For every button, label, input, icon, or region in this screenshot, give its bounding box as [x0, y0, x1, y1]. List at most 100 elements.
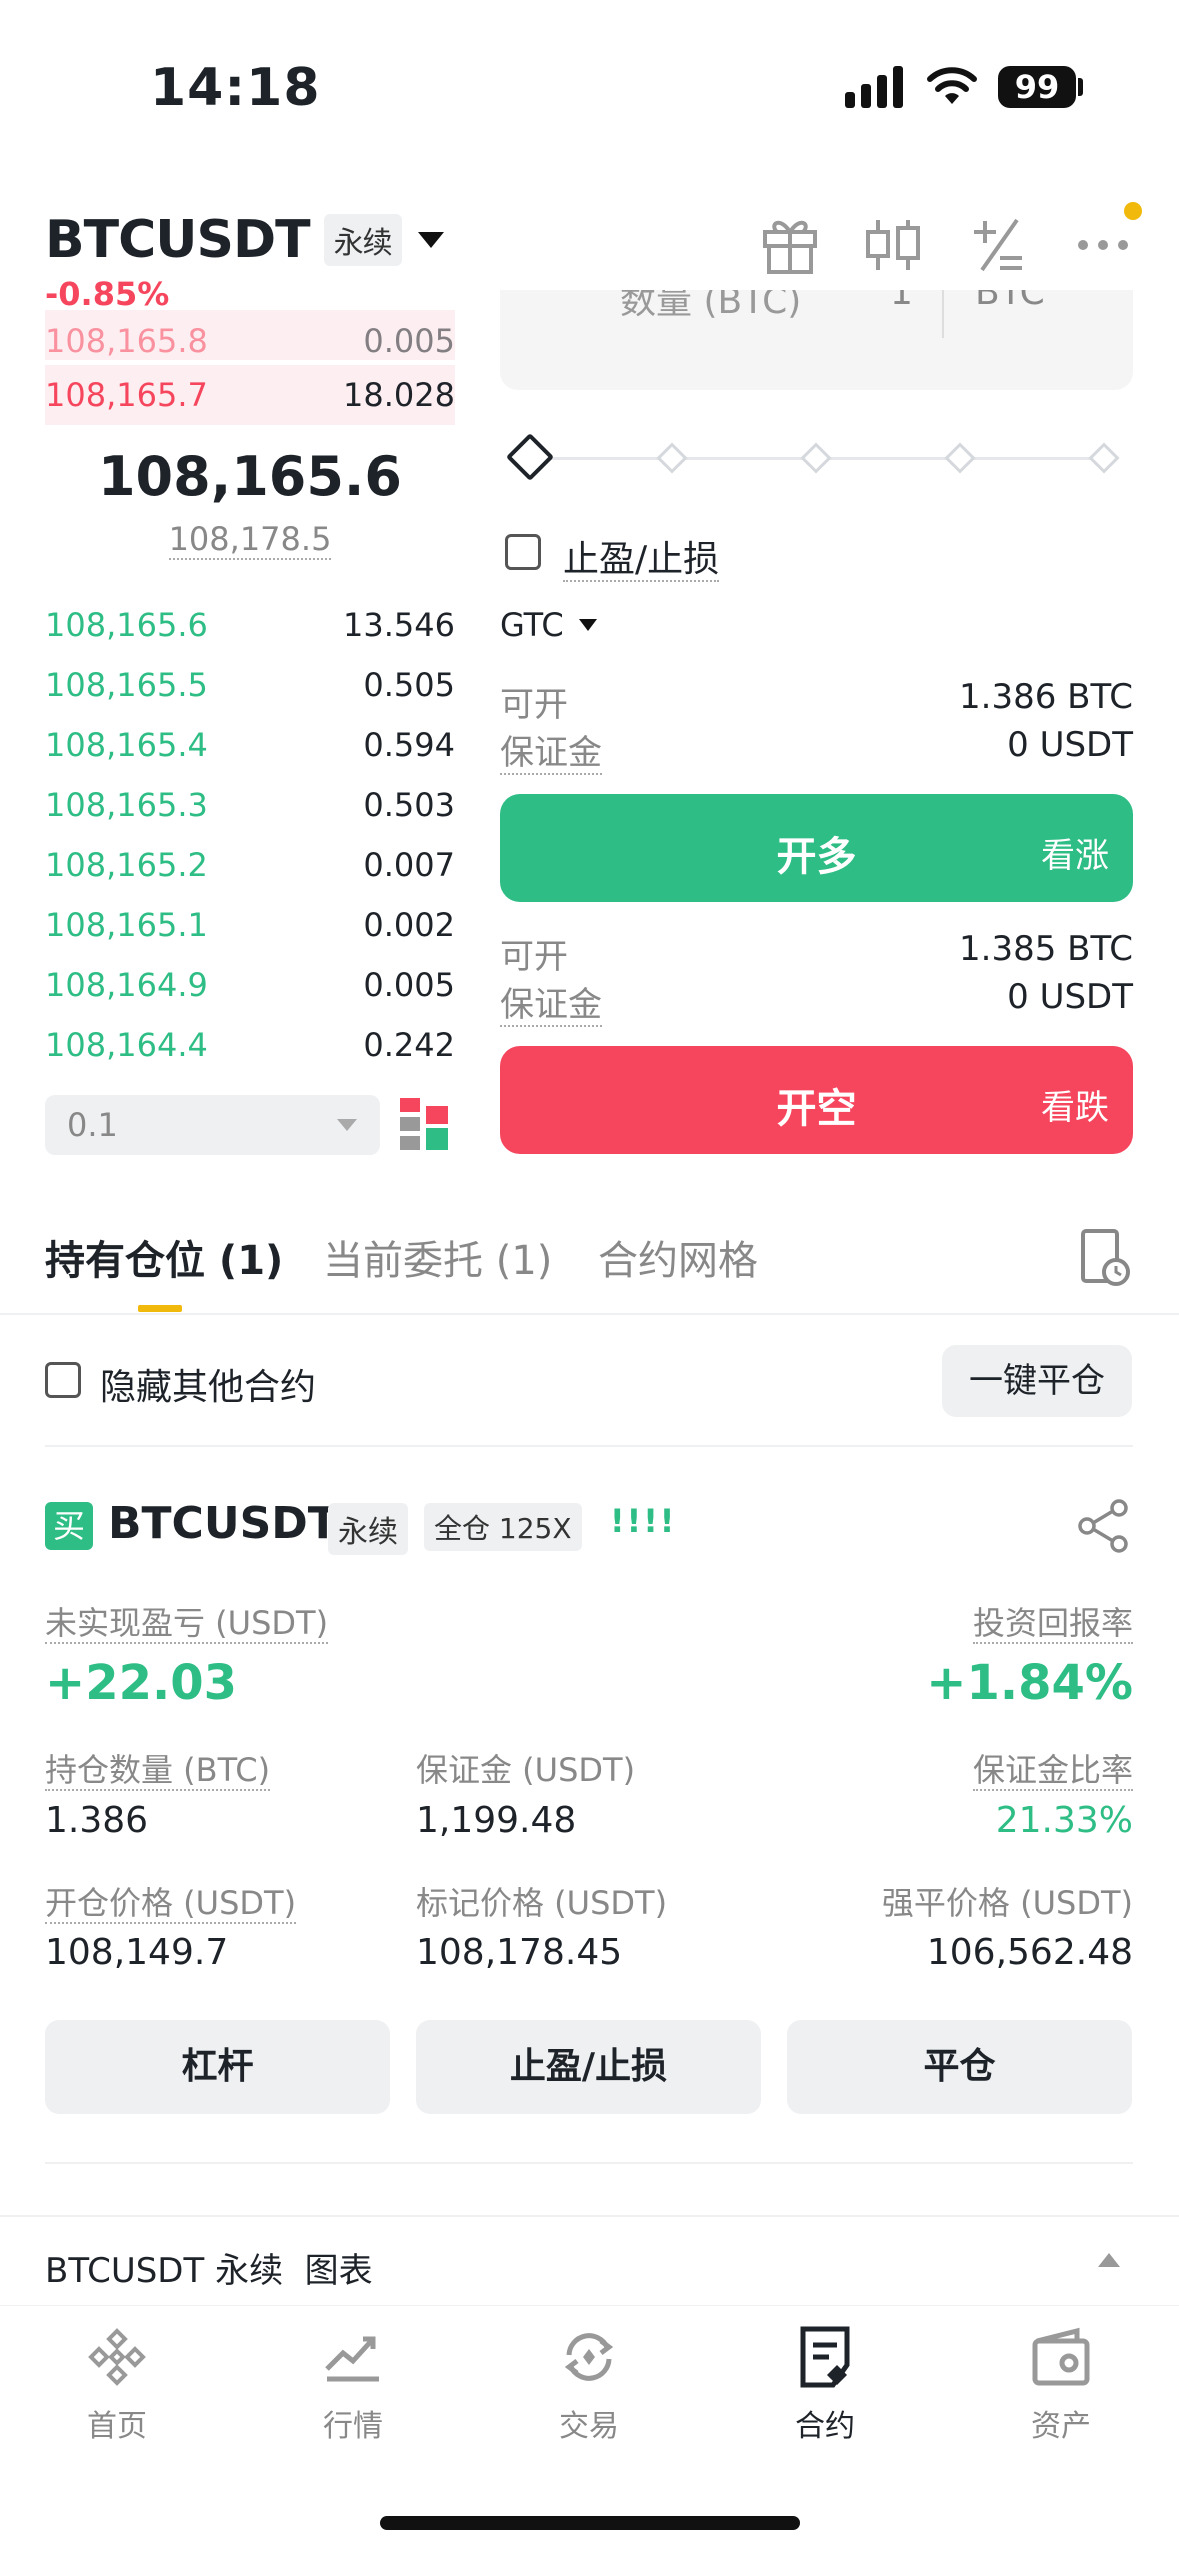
hide-other-checkbox[interactable] [45, 1362, 81, 1398]
tp-sl-button[interactable]: 止盈/止损 [416, 2020, 761, 2114]
bid-price: 108,165.2 [45, 846, 208, 884]
bid-qty: 0.594 [363, 726, 455, 764]
mark-price-value: 108,178.45 [416, 1932, 623, 1973]
bid-row[interactable]: 108,165.6 13.546 [45, 595, 455, 655]
wifi-icon [927, 67, 977, 104]
nav-divider [0, 2305, 1179, 2306]
short-available-value: 1.385 BTC [959, 929, 1133, 969]
candlestick-icon[interactable] [858, 210, 928, 280]
short-margin-label: 保证金 [500, 985, 602, 1027]
unrealized-pnl-label: 未实现盈亏 (USDT) [45, 1604, 329, 1644]
bid-qty: 0.002 [363, 906, 455, 944]
bid-row[interactable]: 108,165.3 0.503 [45, 775, 455, 835]
market-chart-icon [325, 2336, 379, 2382]
quantity-placeholder: 数量 (BTC) [620, 290, 802, 322]
tp-sl-label[interactable]: 止盈/止损 [563, 530, 720, 582]
margin-mode-tag: 全仓 125X [424, 1503, 582, 1551]
hide-other-label[interactable]: 隐藏其他合约 [100, 1358, 316, 1410]
nav-assets[interactable]: 资产 [991, 2325, 1131, 2445]
more-icon[interactable] [1068, 210, 1138, 280]
section-divider [45, 1445, 1133, 1447]
open-short-button[interactable]: 开空 看跌 [500, 1046, 1133, 1154]
nav-futures[interactable]: 合约 [755, 2325, 895, 2445]
tab-positions[interactable]: 持有仓位 (1) [45, 1228, 283, 1286]
nav-trade[interactable]: 交易 [519, 2325, 659, 2445]
mark-price-label: 标记价格 (USDT) [416, 1884, 668, 1922]
nav-markets[interactable]: 行情 [283, 2325, 423, 2445]
leverage-button[interactable]: 杠杆 [45, 2020, 390, 2114]
slider-step-25[interactable] [656, 442, 688, 474]
ask-qty: 18.028 [343, 376, 455, 414]
long-margin-label: 保证金 [500, 733, 602, 775]
bid-price: 108,164.4 [45, 1026, 208, 1064]
tab-grid[interactable]: 合约网格 [598, 1228, 758, 1286]
tif-value: GTC [500, 606, 564, 644]
bid-row[interactable]: 108,165.1 0.002 [45, 895, 455, 955]
tif-select[interactable]: GTC [500, 606, 598, 644]
signal-icon [845, 66, 903, 108]
size-value: 1.386 [45, 1800, 149, 1841]
battery-tip [1078, 78, 1083, 96]
precision-select[interactable]: 0.1 [45, 1095, 380, 1155]
plus-minus-icon[interactable] [962, 210, 1032, 280]
entry-price-value: 108,149.7 [45, 1932, 229, 1973]
field-divider [942, 290, 944, 338]
margin-ratio-value: 21.33% [995, 1800, 1133, 1841]
bid-qty: 13.546 [343, 606, 455, 644]
tab-open-orders[interactable]: 当前委托 (1) [323, 1228, 552, 1286]
bid-price: 108,165.1 [45, 906, 208, 944]
long-margin-value: 0 USDT [1007, 725, 1133, 765]
bid-qty: 0.005 [363, 966, 455, 1004]
order-history-icon[interactable] [1080, 1228, 1130, 1288]
price-change: -0.85% [45, 275, 170, 313]
ask-row[interactable]: 108,165.8 0.005 [45, 310, 455, 360]
bid-row[interactable]: 108,164.9 0.005 [45, 955, 455, 1015]
pair-name: BTCUSDT [45, 210, 311, 270]
short-available-label: 可开 [500, 937, 568, 977]
bid-qty: 0.505 [363, 666, 455, 704]
bid-row[interactable]: 108,164.4 0.242 [45, 1015, 455, 1075]
bid-row[interactable]: 108,165.4 0.594 [45, 715, 455, 775]
battery-indicator: 99 [998, 66, 1076, 108]
bid-price: 108,165.3 [45, 786, 208, 824]
slider-step-50[interactable] [800, 442, 832, 474]
bid-price: 108,165.4 [45, 726, 208, 764]
chevron-down-icon [337, 1119, 357, 1131]
close-all-button[interactable]: 一键平仓 [942, 1345, 1132, 1417]
size-label: 持仓数量 (BTC) [45, 1751, 271, 1791]
share-icon[interactable] [1075, 1498, 1131, 1554]
tp-sl-checkbox[interactable] [505, 534, 541, 570]
chart-bar-divider [0, 2215, 1179, 2217]
liq-price-value: 106,562.48 [926, 1932, 1133, 1973]
close-position-button[interactable]: 平仓 [787, 2020, 1132, 2114]
pair-selector[interactable]: BTCUSDT 永续 [45, 210, 446, 270]
gift-icon[interactable] [755, 210, 825, 280]
chevron-up-icon[interactable] [1097, 2252, 1121, 2268]
ask-price: 108,165.8 [45, 322, 208, 360]
quantity-input[interactable]: 数量 (BTC) 1 BTC [500, 290, 1133, 390]
open-long-button[interactable]: 开多 看涨 [500, 794, 1133, 902]
slider-handle[interactable] [505, 432, 555, 482]
quantity-value: 1 [890, 290, 913, 313]
notification-dot [1124, 202, 1142, 220]
bid-row[interactable]: 108,165.5 0.505 [45, 655, 455, 715]
card-divider [45, 2162, 1133, 2164]
bid-qty: 0.242 [363, 1026, 455, 1064]
ask-row[interactable]: 108,165.7 18.028 [45, 365, 455, 425]
roi-value: +1.84% [926, 1655, 1133, 1711]
margin-ratio-label: 保证金比率 [972, 1751, 1133, 1791]
bid-price: 108,165.5 [45, 666, 208, 704]
active-tab-indicator [138, 1305, 182, 1312]
roi-label: 投资回报率 [972, 1604, 1133, 1644]
book-layout-icon[interactable] [400, 1098, 448, 1150]
ask-price: 108,165.7 [45, 376, 208, 414]
home-indicator[interactable] [380, 2516, 800, 2530]
nav-home[interactable]: 首页 [47, 2325, 187, 2445]
quantity-unit[interactable]: BTC [975, 290, 1045, 313]
chart-bar-label[interactable]: BTCUSDT 永续 图表 [45, 2243, 373, 2292]
position-symbol[interactable]: BTCUSDT [108, 1498, 338, 1549]
slider-step-75[interactable] [944, 442, 976, 474]
bid-row[interactable]: 108,165.2 0.007 [45, 835, 455, 895]
ask-qty: 0.005 [363, 322, 455, 360]
slider-step-100[interactable] [1088, 442, 1120, 474]
